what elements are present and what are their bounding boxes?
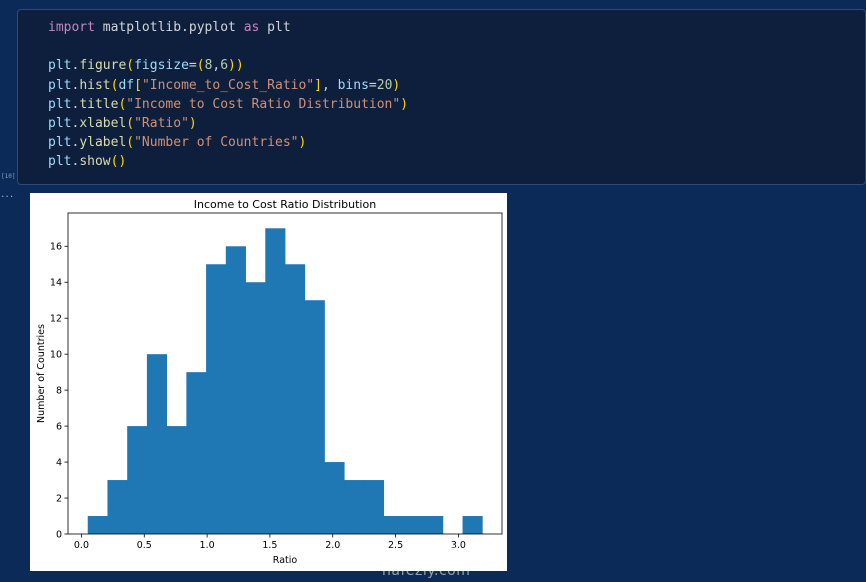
- y-tick-label: 6: [56, 421, 62, 432]
- histogram-bar: [166, 426, 187, 534]
- y-tick-label: 12: [50, 314, 62, 325]
- x-tick-label: 2.0: [325, 540, 340, 551]
- code-line: plt.ylabel("Number of Countries"): [48, 135, 307, 151]
- x-tick-label: 1.0: [200, 540, 215, 551]
- watermark: نفذلي nafezly.com: [380, 533, 472, 580]
- y-tick-label: 2: [56, 493, 62, 504]
- code-line: plt.hist(df["Income_to_Cost_Ratio"], bin…: [48, 77, 401, 93]
- histogram-bar: [383, 516, 404, 534]
- x-tick-label: 0.5: [137, 540, 152, 551]
- watermark-arabic: نفذلي: [380, 533, 472, 568]
- code-editor[interactable]: import matplotlib.pyplot as plt plt.figu…: [48, 18, 408, 172]
- y-axis-label: Number of Countries: [36, 324, 47, 423]
- y-tick-label: 16: [50, 242, 62, 253]
- histogram-bar: [206, 264, 227, 534]
- histogram-bar: [245, 282, 266, 534]
- histogram-bar: [304, 300, 325, 534]
- code-cell[interactable]: import matplotlib.pyplot as plt plt.figu…: [17, 9, 866, 185]
- histogram-bar: [186, 372, 207, 534]
- histogram-bar: [146, 354, 168, 534]
- histogram-bar: [462, 516, 483, 534]
- histogram-bar: [363, 480, 385, 534]
- histogram-bar: [423, 516, 444, 534]
- histogram-bar: [87, 516, 108, 534]
- x-axis-label: Ratio: [273, 555, 298, 566]
- x-tick-label: 0.0: [74, 540, 89, 551]
- histogram-chart: 0.0 0.5 1.0 1.5 2.0 2.5 3.00246810121416Income…: [36, 198, 503, 566]
- histogram-bar: [285, 264, 306, 534]
- histogram-bar: [344, 480, 365, 534]
- y-tick-label: 14: [50, 278, 62, 289]
- execution-count: [10]: [1, 173, 16, 180]
- chart-title: Income to Cost Ratio Distribution: [194, 198, 376, 211]
- cell-output: 0.0 0.5 1.0 1.5 2.0 2.5 3.0 0 2 4 6 8 10 12 14 16 Income…: [30, 193, 507, 571]
- x-tick-label: 1.5: [262, 540, 277, 551]
- histogram-bar: [265, 228, 286, 534]
- histogram-bar: [225, 246, 246, 534]
- y-tick-label: 8: [56, 385, 62, 396]
- code-line: plt.show(): [48, 154, 127, 170]
- code-line: import matplotlib.pyplot as plt: [48, 20, 291, 35]
- histogram-bar: [403, 516, 424, 534]
- histogram-bar: [127, 426, 148, 534]
- output-collapse-marker[interactable]: ...: [0, 190, 14, 200]
- y-tick-label: 4: [56, 457, 62, 468]
- y-tick-label: 0: [56, 529, 62, 540]
- histogram-bar: [107, 480, 128, 534]
- code-line: plt.xlabel("Ratio"): [48, 116, 197, 132]
- y-tick-label: 10: [50, 349, 62, 360]
- code-line: plt.title("Income to Cost Ratio Distribu…: [48, 96, 409, 112]
- histogram-bar: [324, 462, 345, 534]
- watermark-latin: nafezly.com: [382, 563, 471, 579]
- code-line: plt.figure(figsize=(8,6)): [48, 58, 244, 74]
